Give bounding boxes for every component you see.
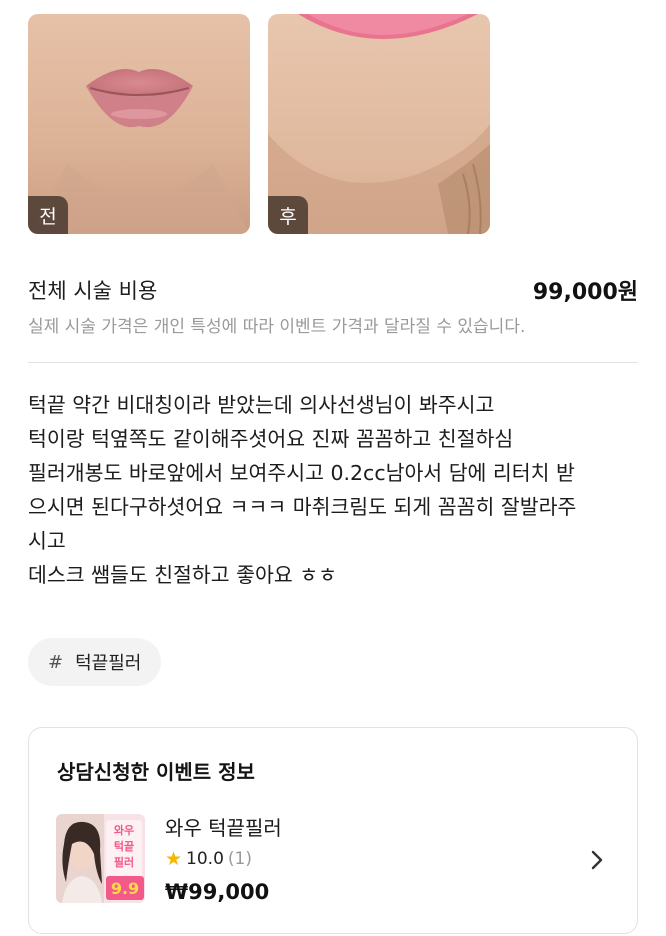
event-thumbnail: 와우 턱끝 필러 9.9 [56,814,145,903]
total-price-label: 전체 시술 비용 [28,279,158,303]
after-label: 후 [268,196,308,234]
event-thumbnail-image: 와우 턱끝 필러 9.9 [56,814,145,903]
review-detail-page: 전 후 전체 시술 비용 99,000원 실제 시술 가격은 개인 특성에 따라… [0,0,666,936]
event-rating: ★ 10.0 (1) [165,848,252,870]
before-photo[interactable]: 전 [28,14,250,234]
review-line: 필러개봉도 바로앞에서 보여주시고 0.2cc남아서 담에 리터치 받 [28,461,575,485]
total-price-row: 전체 시술 비용 99,000원 [28,274,638,306]
price-disclaimer: 실제 시술 가격은 개인 특성에 따라 이벤트 가격과 달라질 수 있습니다. [28,317,526,337]
review-line: 데스크 쌤들도 친절하고 좋아요 ㅎㅎ [28,563,337,587]
hashtag-text: 턱끝필러 [75,653,142,674]
thumb-text-4: 9.9 [111,879,139,898]
total-price-value: 99,000원 [532,280,638,305]
rating-count: (1) [227,849,252,869]
review-line: 턱이랑 턱옆쪽도 같이해주셧어요 진짜 꼼꼼하고 친절하심 [28,427,514,451]
review-line: 시고 [28,529,66,553]
before-after-photos: 전 후 [28,14,490,234]
event-info-card[interactable]: 상담신청한 이벤트 정보 와우 턱끝 필러 9.9 와우 턱끝필러 ★ 10.0… [28,727,638,934]
after-photo[interactable]: 후 [268,14,490,234]
star-icon: ★ [165,848,183,870]
event-section-title: 상담신청한 이벤트 정보 [57,760,255,784]
rating-score: 10.0 [186,849,224,869]
thumb-text-3: 필러 [114,855,134,869]
event-name: 와우 턱끝필러 [165,816,282,840]
hashtag-icon: # [48,651,64,673]
review-line: 턱끝 약간 비대칭이라 받았는데 의사선생님이 봐주시고 [28,393,495,417]
event-price: ₩99,000 [165,880,270,904]
hashtag-chip[interactable]: # 턱끝필러 [28,638,162,686]
section-divider [28,362,638,363]
review-text: 턱끝 약간 비대칭이라 받았는데 의사선생님이 봐주시고 턱이랑 턱옆쪽도 같이… [28,388,640,592]
thumb-text-2: 턱끝 [114,839,134,853]
thumb-text-1: 와우 [114,823,134,837]
review-line: 으시면 된다구하셧어요 ㅋㅋㅋ 마취크림도 되게 꼼꼼히 잘발라주 [28,495,577,519]
chevron-right-icon[interactable] [587,848,607,872]
before-label: 전 [28,196,68,234]
